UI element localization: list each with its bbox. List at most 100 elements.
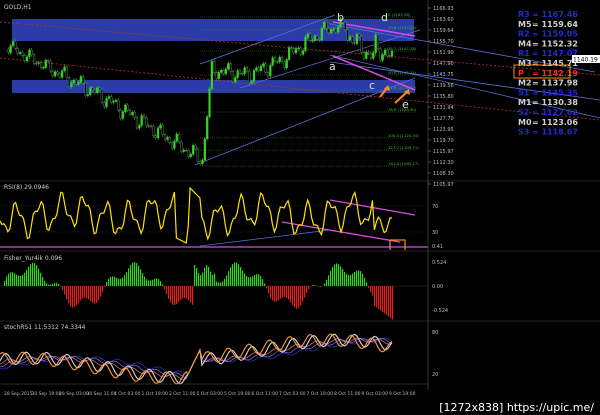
fisher-bar <box>34 263 36 286</box>
candle-body <box>173 140 176 149</box>
candle-body <box>16 48 19 54</box>
fisher-bar <box>168 286 170 299</box>
candle-body <box>168 137 171 143</box>
rsi-chart[interactable]: RSI(8) 29.0946 70 30 0.41 <box>0 180 600 250</box>
time-label: 1 Oct 03:00 <box>114 391 141 397</box>
candle-body <box>166 137 169 140</box>
candle-body <box>114 99 118 102</box>
fisher-bar <box>74 286 76 308</box>
fisher-bar <box>22 274 24 286</box>
price-tick-label: 1143.75 <box>433 72 454 78</box>
candle-body <box>154 135 157 139</box>
pivot-label-p: P <box>518 69 524 78</box>
candle-body <box>276 61 279 63</box>
fisher-bar <box>368 286 370 288</box>
rsi-blue-trendline[interactable] <box>199 229 331 247</box>
candle-body <box>84 83 87 96</box>
candle-body <box>82 76 85 84</box>
candle-body <box>107 96 111 99</box>
fisher-bar <box>194 265 196 286</box>
fisher-bar <box>284 286 286 297</box>
fisher-bar <box>332 266 334 286</box>
fisher-bar <box>180 286 182 301</box>
candle-body <box>325 22 328 29</box>
candle-body <box>304 36 307 51</box>
candle-body <box>245 67 249 72</box>
candle-body <box>271 57 274 66</box>
candle-body <box>121 111 125 119</box>
candle-body <box>346 29 349 41</box>
fisher-bar <box>248 277 250 286</box>
fisher-bar <box>370 286 372 293</box>
fisher-bar <box>112 276 114 286</box>
fisher-bar <box>252 276 254 286</box>
fisher-bar <box>298 286 300 308</box>
candle-body <box>86 94 89 96</box>
fisher-bar <box>76 286 78 306</box>
fisher-bar <box>4 280 6 286</box>
fisher-bar <box>96 286 98 303</box>
candle-body <box>323 22 326 29</box>
candle-body <box>257 67 260 71</box>
candle-body <box>30 49 33 55</box>
candle-body <box>77 82 80 85</box>
pivot-label-m3: M3 <box>518 59 532 68</box>
fib-label: 127.2 (1109.71) <box>388 145 419 150</box>
candle-body <box>39 62 43 68</box>
candle-body <box>227 63 230 70</box>
fisher-bar <box>314 285 316 286</box>
fisher-chart[interactable]: Fisher_Yur4ik 0.096 0.524 0.00 -0.524 <box>0 250 600 320</box>
pivot-label-m0: M0 <box>518 118 532 127</box>
fisher-bar <box>334 264 336 286</box>
candle-body <box>119 109 122 119</box>
fisher-bar <box>328 275 330 286</box>
candle-body <box>224 68 228 74</box>
candle-body <box>269 64 272 77</box>
fisher-bar <box>318 286 320 287</box>
time-label: 9 Oct 19:00 <box>389 391 416 397</box>
time-axis: 28 Sep 201530 Sep 19:0029 Sep 03:0030 Se… <box>4 391 416 397</box>
candle-body <box>28 49 31 58</box>
fisher-bar <box>110 276 112 286</box>
fisher-pane[interactable]: Fisher_Yur4ik 0.096 0.524 0.00 -0.524 <box>0 250 600 320</box>
watermark: [1272x838] https://upic.me/ <box>437 401 596 414</box>
candle-body <box>220 70 223 73</box>
time-label: 2 Oct 11:00 <box>169 391 196 397</box>
candle-body <box>196 148 199 162</box>
pivot-value-r3: = 1167.46 <box>532 10 578 19</box>
fisher-bar <box>186 286 188 299</box>
candle-body <box>138 125 141 129</box>
fisher-bar <box>130 264 132 286</box>
pivot-value-m2: = 1137.98 <box>532 79 578 88</box>
fisher-bar <box>240 267 242 286</box>
fisher-bar <box>84 286 86 298</box>
fisher-bar <box>224 278 226 286</box>
fisher-bar <box>78 286 80 303</box>
candle-body <box>355 34 359 44</box>
fisher-bar <box>274 286 276 302</box>
pivot-value-s1: = 1135.35 <box>532 88 578 97</box>
fisher-bar <box>262 279 264 286</box>
rsi-pane[interactable]: RSI(8) 29.0946 70 30 0.41 <box>0 180 600 250</box>
price-chart[interactable]: 0 (1163.38)23.6 (1153.29)38.2 (1147.28)5… <box>0 0 600 188</box>
candle-body <box>147 125 150 127</box>
candle-body <box>65 66 68 78</box>
wave-label-e: e <box>402 98 409 111</box>
fisher-histogram <box>4 262 394 320</box>
price-tick-label: 1112.30 <box>433 160 454 166</box>
fisher-bar <box>116 277 118 286</box>
price-pane[interactable]: 0 (1163.38)23.6 (1153.29)38.2 (1147.28)5… <box>0 0 600 188</box>
fisher-bar <box>278 286 280 301</box>
candle-body <box>222 70 225 74</box>
fisher-bar <box>320 286 322 287</box>
fisher-bar <box>338 264 340 286</box>
candle-body <box>56 71 59 75</box>
time-label: 9 Oct 03:00 <box>362 391 389 397</box>
candle-body <box>161 124 164 135</box>
fisher-bar <box>216 281 218 286</box>
candle-body <box>131 112 134 115</box>
candle-body <box>252 70 256 82</box>
candle-body <box>187 150 190 157</box>
fisher-bar <box>38 268 40 286</box>
stoch-line <box>0 337 393 376</box>
